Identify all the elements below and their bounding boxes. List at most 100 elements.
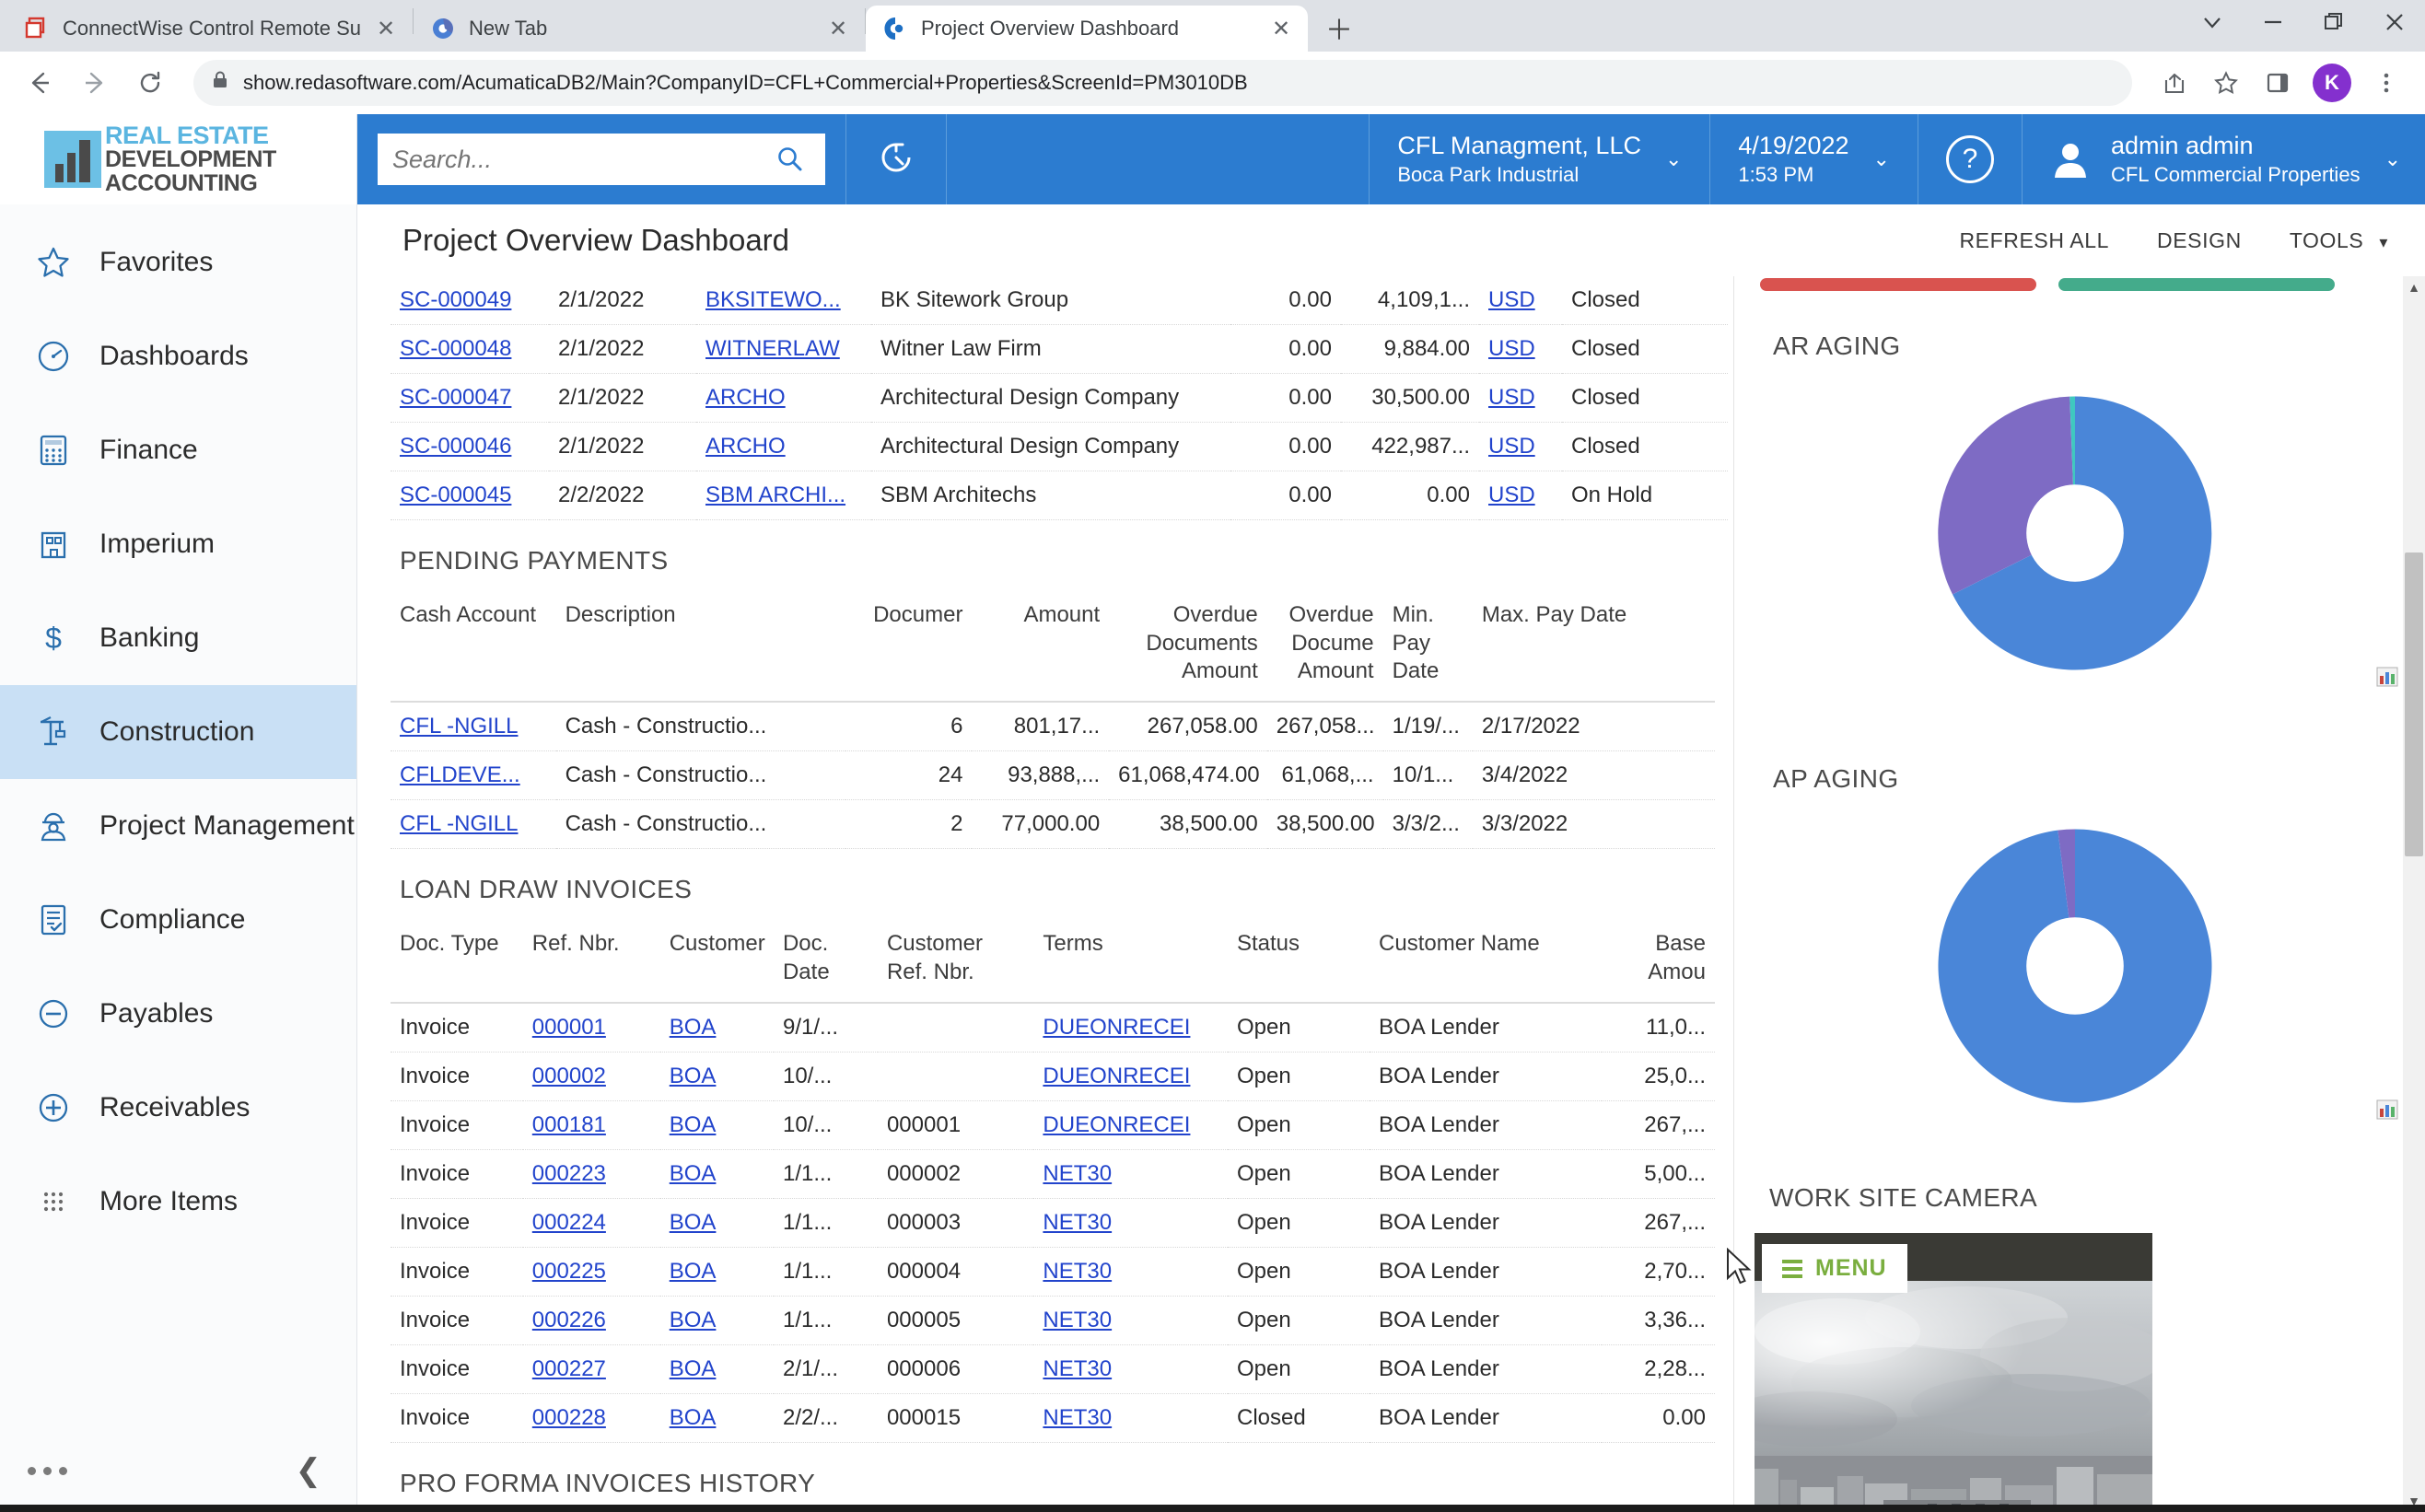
- subcontract-nbr-link[interactable]: SC-000046: [400, 434, 511, 459]
- vendor-link[interactable]: ARCHO: [705, 434, 786, 459]
- currency-link[interactable]: USD: [1488, 434, 1535, 459]
- browser-tab-2[interactable]: New Tab ✕: [414, 6, 865, 52]
- back-icon[interactable]: [15, 58, 64, 108]
- col-min-pay-date[interactable]: Min. Pay Date: [1382, 596, 1473, 704]
- col-amount[interactable]: Amount: [972, 596, 1110, 704]
- ref-nbr-link[interactable]: 000002: [532, 1064, 606, 1088]
- currency-link[interactable]: USD: [1488, 385, 1535, 410]
- terms-link[interactable]: NET30: [1043, 1356, 1112, 1381]
- company-selector[interactable]: CFL Managment, LLC Boca Park Industrial …: [1369, 114, 1709, 204]
- new-tab-button[interactable]: ＋: [1319, 7, 1359, 48]
- table-row[interactable]: Invoice 000001 BOA 9/1/... DUEONRECEI Open BOA…: [391, 1002, 1715, 1053]
- sidebar-item-favorites[interactable]: Favorites: [0, 215, 356, 309]
- col-description[interactable]: Description: [555, 596, 846, 704]
- table-row[interactable]: Invoice 000227 BOA 2/1/... 000006 NET30 Open BO…: [391, 1344, 1715, 1394]
- subcontract-nbr-link[interactable]: SC-000049: [400, 287, 511, 312]
- bookmark-star-icon[interactable]: [2202, 59, 2250, 107]
- col-customer-ref-nbr[interactable]: Customer Ref. Nbr.: [877, 925, 1034, 1004]
- ap-aging-chart[interactable]: [1734, 794, 2416, 1120]
- ref-nbr-link[interactable]: 000223: [532, 1161, 606, 1186]
- table-row[interactable]: Invoice 000225 BOA 1/1... 000004 NET30 Open BOA…: [391, 1247, 1715, 1297]
- table-row[interactable]: SC-000048 2/1/2022 WITNERLAW Witner Law …: [391, 324, 1728, 374]
- customer-link[interactable]: BOA: [670, 1308, 717, 1332]
- table-row[interactable]: SC-000047 2/1/2022 ARCHO Architectural D…: [391, 373, 1728, 423]
- terms-link[interactable]: NET30: [1043, 1210, 1112, 1235]
- subcontract-nbr-link[interactable]: SC-000048: [400, 336, 511, 361]
- tools-button[interactable]: TOOLS ▾: [2290, 228, 2388, 253]
- col-doc-date[interactable]: Doc. Date: [773, 925, 878, 1004]
- col-status[interactable]: Status: [1227, 925, 1370, 1004]
- terms-link[interactable]: NET30: [1043, 1308, 1112, 1332]
- tab-search-icon[interactable]: [2182, 0, 2243, 44]
- table-row[interactable]: Invoice 000223 BOA 1/1... 000002 NET30 Open BOA…: [391, 1149, 1715, 1199]
- sidebar-item-payables[interactable]: Payables: [0, 967, 356, 1061]
- search-box[interactable]: [378, 134, 825, 185]
- side-panel-icon[interactable]: [2254, 59, 2302, 107]
- terms-link[interactable]: NET30: [1043, 1259, 1112, 1284]
- sidebar-item-receivables[interactable]: Receivables: [0, 1061, 356, 1155]
- search-input[interactable]: [392, 145, 770, 174]
- camera-feed[interactable]: MENU: [1755, 1233, 2152, 1512]
- ar-aging-donut[interactable]: [1923, 381, 2227, 685]
- col-overdue-documents-amount[interactable]: Overdue Documents Amount: [1109, 596, 1267, 704]
- table-row[interactable]: Invoice 000181 BOA 10/... 000001 DUEONRECEI Op…: [391, 1100, 1715, 1150]
- table-row[interactable]: Invoice 000002 BOA 10/... DUEONRECEI Open BOA …: [391, 1052, 1715, 1101]
- sidebar-item-construction[interactable]: Construction: [0, 685, 356, 779]
- customer-link[interactable]: BOA: [670, 1161, 717, 1186]
- subcontract-nbr-link[interactable]: SC-000045: [400, 483, 511, 507]
- terms-link[interactable]: DUEONRECEI: [1043, 1112, 1190, 1137]
- scroll-up-icon[interactable]: ▲: [2403, 276, 2425, 298]
- sidebar-item-banking[interactable]: $ Banking: [0, 591, 356, 685]
- more-options-icon[interactable]: [28, 1466, 67, 1475]
- customer-link[interactable]: BOA: [670, 1259, 717, 1284]
- refresh-all-button[interactable]: REFRESH ALL: [1959, 228, 2109, 253]
- table-row[interactable]: SC-000049 2/1/2022 BKSITEWO... BK Sitewo…: [391, 276, 1728, 325]
- sidebar-item-more-items[interactable]: More Items: [0, 1155, 356, 1249]
- col-ref-nbr[interactable]: Ref. Nbr.: [522, 925, 660, 1004]
- sidebar-item-compliance[interactable]: Compliance: [0, 873, 356, 967]
- collapse-sidebar-icon[interactable]: ❮: [296, 1455, 322, 1486]
- ref-nbr-link[interactable]: 000225: [532, 1259, 606, 1284]
- col-customer-name[interactable]: Customer Name: [1370, 925, 1602, 1004]
- col-terms[interactable]: Terms: [1033, 925, 1228, 1004]
- customer-link[interactable]: BOA: [670, 1112, 717, 1137]
- recent-history-button[interactable]: [845, 114, 947, 204]
- profile-avatar[interactable]: K: [2313, 64, 2351, 102]
- chart-thumbnail-icon[interactable]: [2375, 665, 2399, 689]
- cash-account-link[interactable]: CFLDEVE...: [400, 762, 520, 787]
- col-cash-account[interactable]: Cash Account: [391, 596, 556, 704]
- forward-icon[interactable]: [70, 58, 120, 108]
- reload-icon[interactable]: [125, 58, 175, 108]
- col-overdue-document-amount[interactable]: Overdue Docume Amount: [1266, 596, 1383, 704]
- close-icon[interactable]: ✕: [1265, 13, 1297, 44]
- cash-account-link[interactable]: CFL -NGILL: [400, 714, 518, 739]
- table-row[interactable]: SC-000046 2/1/2022 ARCHO Architectural D…: [391, 422, 1728, 471]
- close-window-icon[interactable]: [2364, 0, 2425, 44]
- table-row[interactable]: SC-000045 2/2/2022 SBM ARCHI... SBM Arch…: [391, 471, 1728, 520]
- table-row[interactable]: Invoice 000228 BOA 2/2/... 000015 NET30 Closed…: [391, 1393, 1715, 1443]
- browser-tab-3[interactable]: Project Overview Dashboard ✕: [866, 6, 1308, 52]
- camera-menu-button[interactable]: MENU: [1762, 1244, 1907, 1293]
- terms-link[interactable]: NET30: [1043, 1161, 1112, 1186]
- col-customer[interactable]: Customer: [659, 925, 774, 1004]
- browser-tab-1[interactable]: ConnectWise Control Remote Su ✕: [7, 6, 413, 52]
- minimize-icon[interactable]: [2243, 0, 2303, 44]
- chevron-down-icon[interactable]: ⌄: [2384, 147, 2401, 171]
- ref-nbr-link[interactable]: 000226: [532, 1308, 606, 1332]
- table-row[interactable]: CFL -NGILL Cash - Constructio... 2 77,00…: [391, 799, 1715, 850]
- vendor-link[interactable]: ARCHO: [705, 385, 786, 410]
- ref-nbr-link[interactable]: 000227: [532, 1356, 606, 1381]
- ref-nbr-link[interactable]: 000001: [532, 1015, 606, 1040]
- col-doc-type[interactable]: Doc. Type: [391, 925, 523, 1004]
- maximize-icon[interactable]: [2303, 0, 2364, 44]
- ap-aging-donut[interactable]: [1923, 814, 2227, 1118]
- ref-nbr-link[interactable]: 000181: [532, 1112, 606, 1137]
- table-row[interactable]: CFL -NGILL Cash - Constructio... 6 801,1…: [391, 702, 1715, 752]
- help-button[interactable]: ?: [1917, 114, 2022, 204]
- sidebar-item-project-management[interactable]: Project Management: [0, 779, 356, 873]
- sidebar-item-dashboards[interactable]: Dashboards: [0, 309, 356, 403]
- col-max-pay-date[interactable]: Max. Pay Date: [1472, 596, 1715, 704]
- browser-menu-icon[interactable]: [2362, 59, 2410, 107]
- ar-aging-chart[interactable]: [1734, 361, 2416, 687]
- sidebar-item-finance[interactable]: Finance: [0, 403, 356, 497]
